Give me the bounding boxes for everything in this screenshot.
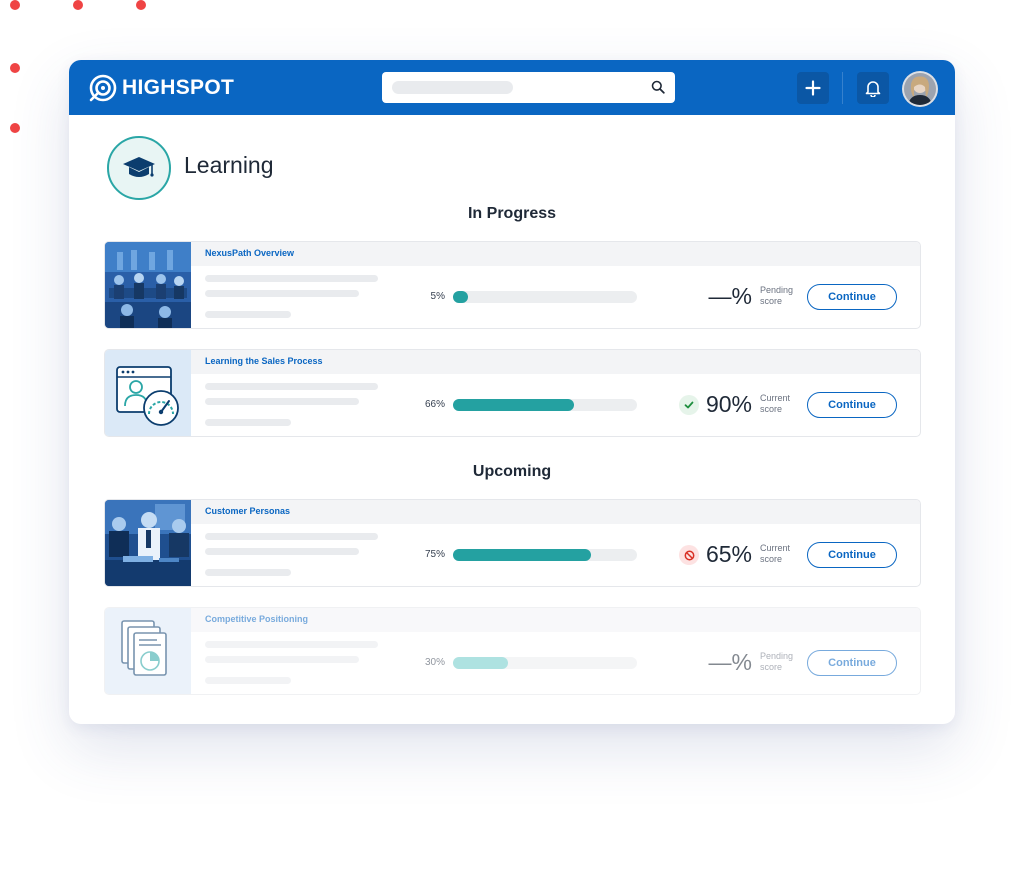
- learning-badge: [107, 136, 171, 200]
- course-header: Learning the Sales Process: [191, 350, 920, 374]
- progress-bar: [453, 399, 637, 411]
- text-placeholder: [205, 290, 359, 297]
- graduation-cap-icon: [123, 157, 155, 177]
- course-header: NexusPath Overview: [191, 242, 920, 266]
- text-placeholder: [205, 398, 359, 405]
- section-heading-upcoming: Upcoming: [472, 463, 552, 480]
- score-value: 65%: [705, 541, 752, 567]
- course-title[interactable]: Competitive Positioning: [205, 614, 308, 624]
- text-placeholder: [205, 383, 378, 390]
- score-label-line: score: [760, 296, 783, 306]
- highspot-logo-icon: [89, 74, 117, 102]
- progress-fill: [453, 399, 575, 411]
- team-photo: [105, 500, 191, 586]
- text-placeholder: [205, 548, 359, 555]
- score-label-line: score: [760, 404, 783, 414]
- text-placeholder: [205, 569, 291, 576]
- course-thumbnail: [105, 242, 191, 328]
- decor-dot: [10, 63, 20, 73]
- decor-dot: [73, 0, 83, 10]
- brand-logo[interactable]: HIGHSPOT: [89, 73, 234, 103]
- documents-illustration: [121, 620, 167, 676]
- plus-icon: [805, 80, 821, 96]
- status-badge: [679, 545, 699, 565]
- decor-dot: [10, 123, 20, 133]
- section-heading-in-progress: In Progress: [467, 205, 557, 222]
- text-placeholder: [205, 533, 378, 540]
- score-value: —%: [708, 283, 752, 309]
- text-placeholder: [205, 641, 378, 648]
- user-photo: [904, 73, 936, 105]
- blocked-icon: [684, 550, 694, 560]
- toolbar-divider: [842, 72, 843, 104]
- score-label: Current score: [760, 393, 805, 415]
- status-badge: [679, 395, 699, 415]
- course-card[interactable]: Learning the Sales Process 66% 90% Curre…: [104, 349, 921, 437]
- text-placeholder: [205, 656, 359, 663]
- progress-fill: [453, 657, 509, 669]
- score-label: Current score: [760, 543, 805, 565]
- user-avatar[interactable]: [902, 71, 938, 107]
- meeting-photo: [105, 242, 191, 328]
- course-thumbnail: [105, 608, 191, 694]
- score-label-line: Pending: [760, 285, 794, 295]
- continue-button[interactable]: Continue: [807, 392, 897, 418]
- course-header: Competitive Positioning: [191, 608, 920, 632]
- checkmark-icon: [684, 401, 694, 409]
- course-card[interactable]: Competitive Positioning 30% —% Pending sc…: [104, 607, 921, 695]
- text-placeholder: [205, 311, 291, 318]
- app-window: HIGHSPOT Learning In Progress NexusPath …: [69, 60, 955, 724]
- course-card[interactable]: NexusPath Overview 5% —% Pending score Co…: [104, 241, 921, 329]
- bell-icon: [865, 81, 881, 97]
- progress-fill: [453, 549, 591, 561]
- text-placeholder: [205, 677, 291, 684]
- top-nav-bar: HIGHSPOT: [69, 60, 955, 115]
- sales-process-illustration: [116, 366, 179, 426]
- notifications-button[interactable]: [857, 72, 889, 104]
- progress-bar: [453, 657, 637, 669]
- course-card[interactable]: Customer Personas 75% 65% Current score C…: [104, 499, 921, 587]
- score-value: —%: [708, 649, 752, 675]
- brand-name: HIGHSPOT: [122, 76, 235, 99]
- course-title[interactable]: Learning the Sales Process: [205, 356, 323, 366]
- course-thumbnail: [105, 350, 191, 436]
- progress-percent: 66%: [424, 399, 445, 410]
- text-placeholder: [205, 275, 378, 282]
- decor-dot: [10, 0, 20, 10]
- progress-fill: [453, 291, 468, 303]
- score-label: Pending score: [760, 651, 805, 673]
- search-bar[interactable]: [382, 72, 675, 103]
- score-label-line: score: [760, 662, 783, 672]
- continue-button[interactable]: Continue: [807, 650, 897, 676]
- course-header: Customer Personas: [191, 500, 920, 524]
- progress-percent: 5%: [430, 291, 445, 302]
- course-title[interactable]: Customer Personas: [205, 506, 290, 516]
- course-title[interactable]: NexusPath Overview: [205, 248, 294, 258]
- progress-percent: 75%: [424, 549, 445, 560]
- progress-bar: [453, 291, 637, 303]
- continue-button[interactable]: Continue: [807, 284, 897, 310]
- add-button[interactable]: [797, 72, 829, 104]
- score-label-line: score: [760, 554, 783, 564]
- decor-dot: [136, 0, 146, 10]
- progress-bar: [453, 549, 637, 561]
- score-label-line: Current: [760, 543, 791, 553]
- score-label: Pending score: [760, 285, 805, 307]
- search-icon[interactable]: [651, 80, 665, 94]
- continue-button[interactable]: Continue: [807, 542, 897, 568]
- page-title: Learning: [184, 152, 274, 178]
- score-label-line: Pending: [760, 651, 794, 661]
- course-thumbnail: [105, 500, 191, 586]
- score-value: 90%: [705, 391, 752, 417]
- progress-percent: 30%: [424, 657, 445, 668]
- text-placeholder: [205, 419, 291, 426]
- search-input[interactable]: [392, 81, 513, 94]
- score-label-line: Current: [760, 393, 791, 403]
